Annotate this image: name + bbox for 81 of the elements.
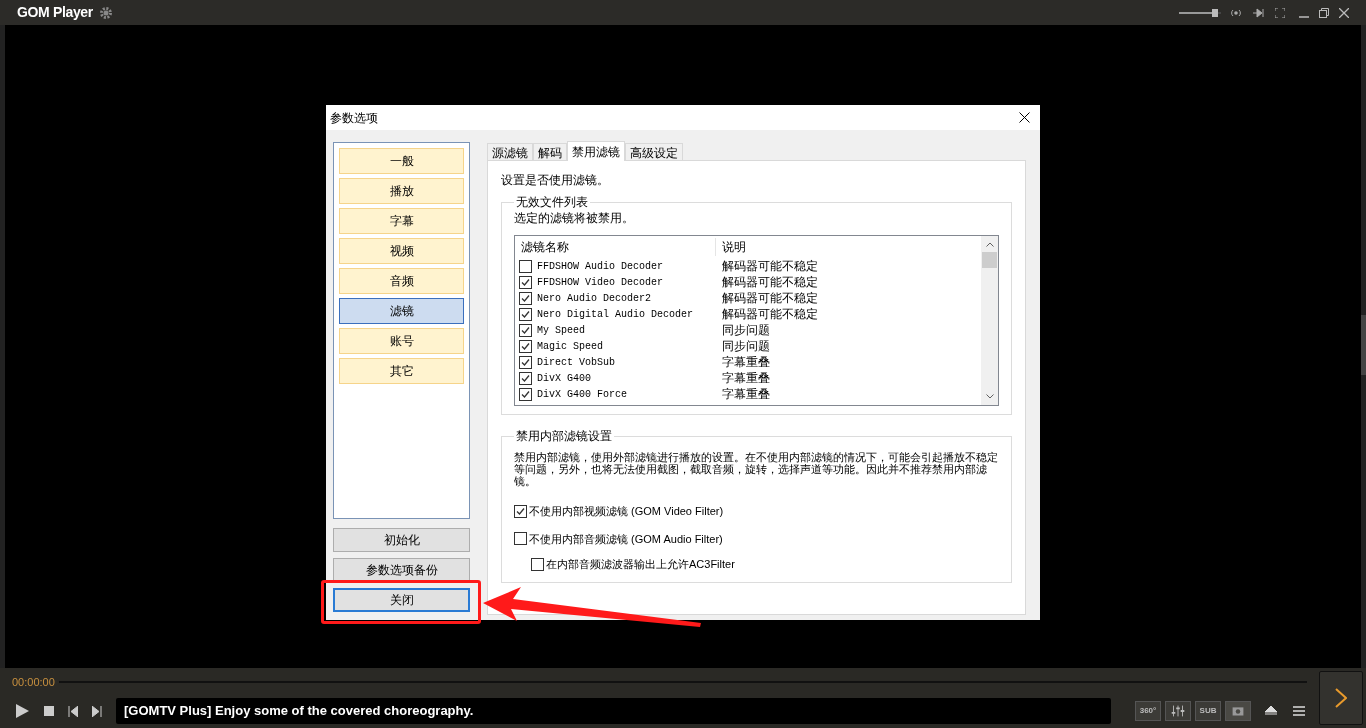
filter-note: 字幕重叠	[721, 370, 770, 387]
scrollbar[interactable]	[981, 236, 998, 405]
play-icon[interactable]	[14, 703, 30, 719]
tab[interactable]: 高级设定	[625, 143, 683, 160]
chevron-right-icon[interactable]	[1335, 688, 1347, 708]
checkbox[interactable]	[519, 387, 532, 401]
category-item[interactable]: 音频	[339, 268, 464, 294]
filter-name: FFDSHOW Audio Decoder	[537, 259, 664, 274]
group-title: 禁用内部滤镜设置	[515, 428, 613, 445]
description-text: 设置是否使用滤镜。	[501, 172, 610, 189]
filter-name: DivX G400 Force	[537, 387, 627, 402]
time-display: 00:00:00	[12, 674, 55, 690]
category-item[interactable]: 字幕	[339, 208, 464, 234]
checkbox[interactable]	[519, 259, 532, 273]
filter-name: Nero Digital Audio Decoder	[537, 307, 694, 322]
dialog-title: 参数选项	[330, 109, 378, 127]
checkbox[interactable]	[519, 291, 532, 305]
category-item[interactable]: 账号	[339, 328, 464, 354]
filter-note: 同步问题	[721, 322, 770, 339]
tab[interactable]: 源滤镜	[487, 143, 533, 160]
checkbox[interactable]	[519, 339, 532, 353]
option-label: 不使用内部视频滤镜 (GOM Video Filter)	[529, 504, 724, 519]
checkbox[interactable]	[514, 504, 527, 518]
checkbox[interactable]	[531, 557, 544, 571]
dialog-button[interactable]: 关闭	[333, 588, 470, 612]
filter-name: My Speed	[537, 323, 585, 338]
dialog-button[interactable]: 参数选项备份	[333, 558, 470, 582]
play-bar-icon[interactable]	[1253, 7, 1265, 18]
filter-name: Nero Audio Decoder2	[537, 291, 652, 306]
option-label: 不使用内部音频滤镜 (GOM Audio Filter)	[529, 531, 723, 547]
vr-button[interactable]: 360°	[1135, 701, 1161, 721]
filter-name: FFDSHOW Video Decoder	[537, 275, 664, 290]
category-item[interactable]: 一般	[339, 148, 464, 174]
next-icon[interactable]	[92, 705, 102, 717]
filter-note: 解码器可能不稳定	[721, 306, 818, 323]
equalizer-icon[interactable]	[1165, 701, 1191, 721]
checkbox[interactable]	[519, 307, 532, 321]
filter-name: Magic Speed	[537, 339, 603, 354]
column-header[interactable]: 说明	[716, 238, 746, 256]
fullscreen-icon[interactable]	[1275, 7, 1285, 18]
camera-icon[interactable]	[1225, 701, 1251, 721]
filter-note: 字幕重叠	[721, 386, 770, 403]
dialog-button[interactable]: 初始化	[333, 528, 470, 552]
volume-thumb[interactable]	[1211, 8, 1218, 17]
group-title: 无效文件列表	[515, 194, 589, 211]
scroll-thumb[interactable]	[982, 252, 997, 268]
warning-text: 禁用内部滤镜，使用外部滤镜进行播放的设置。在不使用内部滤镜的情况下，可能会引起播放不稳定等问题，另外，也将无法使用截图，截取音频，旋转，选择声道等功能。因此并不推荐禁用内部滤镜。	[514, 451, 999, 487]
menu-icon[interactable]	[1293, 706, 1305, 716]
filter-note: 解码器可能不稳定	[721, 290, 818, 307]
category-item[interactable]: 滤镜	[339, 298, 464, 324]
playlist-toggle[interactable]	[1319, 671, 1363, 725]
app-logo: GOM Player	[17, 3, 93, 22]
column-header[interactable]: 滤镜名称	[515, 238, 716, 256]
scroll-up-icon[interactable]	[985, 242, 994, 247]
checkbox[interactable]	[519, 355, 532, 369]
filter-note: 字幕重叠	[721, 354, 770, 371]
restore-icon[interactable]	[1319, 7, 1329, 18]
filter-note: 解码器可能不稳定	[721, 274, 818, 291]
tab[interactable]: 解码	[533, 143, 567, 160]
scroll-down-icon[interactable]	[985, 394, 994, 399]
category-item[interactable]: 其它	[339, 358, 464, 384]
eject-icon[interactable]	[1265, 706, 1277, 716]
close-icon[interactable]	[1019, 112, 1030, 123]
filter-note: 同步问题	[721, 338, 770, 355]
tab[interactable]: 禁用滤镜	[567, 141, 625, 161]
close-icon[interactable]	[1339, 7, 1349, 18]
broadcast-icon[interactable]	[1229, 7, 1243, 18]
checkbox[interactable]	[519, 323, 532, 337]
filter-note: 解码器可能不稳定	[721, 258, 818, 275]
checkbox[interactable]	[519, 275, 532, 289]
checkbox[interactable]	[514, 532, 527, 546]
category-item[interactable]: 视频	[339, 238, 464, 264]
option-label: 在内部音频滤波器输出上允许AC3Filter	[546, 557, 735, 572]
filter-name: DivX G400	[537, 371, 591, 386]
category-item[interactable]: 播放	[339, 178, 464, 204]
filter-name: Direct VobSub	[537, 355, 615, 370]
checkbox[interactable]	[519, 371, 532, 385]
hint-text: 选定的滤镜将被禁用。	[514, 210, 635, 227]
settings-icon[interactable]	[98, 5, 113, 20]
subtitle-button[interactable]: SUB	[1195, 701, 1221, 721]
previous-icon[interactable]	[68, 705, 78, 717]
